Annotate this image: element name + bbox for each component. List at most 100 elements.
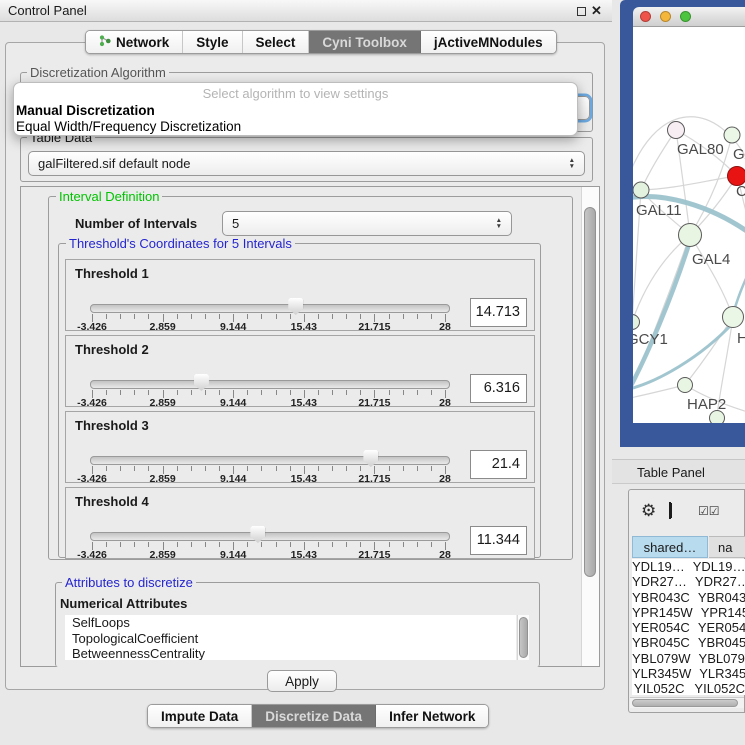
tick-label: 21.715: [349, 473, 399, 485]
cell-name: YPR145W: [693, 605, 745, 620]
tick-mark: [417, 542, 418, 547]
slider-track[interactable]: [90, 456, 450, 465]
tick-label: -3.426: [67, 549, 117, 561]
table-hscrollbar-thumb[interactable]: [632, 699, 738, 707]
slider-track[interactable]: [90, 304, 450, 313]
threshold-value-field[interactable]: 14.713: [470, 298, 527, 327]
table-row[interactable]: YPR145WYPR145W: [632, 605, 745, 620]
tick-mark: [346, 466, 347, 471]
bottom-tab-discretize-data[interactable]: Discretize Data: [252, 705, 376, 727]
tick-label: 2.859: [138, 549, 188, 561]
threshold-label: Threshold 3: [75, 418, 149, 433]
bottom-tab-impute-data[interactable]: Impute Data: [148, 705, 252, 727]
attribute-list-item[interactable]: BetweennessCentrality: [65, 646, 516, 660]
settings-scrollbar-thumb[interactable]: [584, 207, 596, 577]
network-node-h[interactable]: [723, 307, 744, 328]
tick-mark: [431, 314, 432, 319]
tab-style[interactable]: Style: [183, 31, 242, 53]
apply-button[interactable]: Apply: [267, 670, 337, 692]
column-header-shared-name[interactable]: shared…: [632, 536, 708, 558]
table-row[interactable]: YBL079WYBL079W: [632, 651, 745, 666]
cell-shared-name: YIL052C: [632, 681, 686, 695]
network-node-gal4[interactable]: [679, 224, 702, 247]
attribute-list-item[interactable]: SelfLoops: [65, 615, 516, 631]
attributes-scrollbar-thumb[interactable]: [519, 617, 528, 658]
cell-shared-name: YDL19…: [632, 559, 685, 574]
tick-mark: [403, 314, 404, 319]
threshold-value-field[interactable]: 6.316: [470, 374, 527, 403]
attributes-list[interactable]: SelfLoopsTopologicalCoefficientBetweenne…: [65, 615, 516, 660]
network-edge: [690, 235, 733, 317]
network-node-label: H: [737, 330, 745, 347]
slider-track[interactable]: [90, 532, 450, 541]
tab-network[interactable]: Network: [86, 31, 183, 53]
tick-label: 15.43: [279, 549, 329, 561]
network-canvas[interactable]: GAL80GACGAL11GAL4GCY1HHAP2: [633, 27, 745, 423]
bottom-tab-label: Discretize Data: [265, 709, 362, 724]
tick-label: 2.859: [138, 473, 188, 485]
network-node-label: GCY1: [633, 331, 668, 348]
table-data-select[interactable]: galFiltered.sif default node ▲▼: [28, 151, 585, 176]
tick-mark: [120, 314, 121, 319]
gear-icon[interactable]: ⚙: [641, 501, 656, 521]
top-tab-bar: NetworkStyleSelect Cyni Toolbox jActiveMNo…: [85, 30, 557, 54]
algorithm-dropdown: Select algorithm to view settings Manual…: [13, 82, 578, 136]
tick-mark: [431, 466, 432, 471]
tick-label: 9.144: [208, 397, 258, 409]
tick-mark: [346, 542, 347, 547]
network-node-label: C: [736, 183, 745, 200]
threshold-value-field[interactable]: 11.344: [470, 526, 527, 555]
tick-mark: [106, 466, 107, 471]
tick-mark: [120, 466, 121, 471]
tick-label: 9.144: [208, 321, 258, 333]
float-icon[interactable]: [577, 7, 586, 16]
tab-cyni-toolbox[interactable]: Cyni Toolbox: [309, 31, 421, 53]
threshold-value-field[interactable]: 21.4: [470, 450, 527, 479]
table-row[interactable]: YER054CYER054C: [632, 620, 745, 635]
close-traffic-light-icon[interactable]: [640, 11, 651, 22]
threshold-label: Threshold 4: [75, 494, 149, 509]
tab-jactivemnodules[interactable]: jActiveMNodules: [421, 31, 556, 53]
table-row[interactable]: YLR345WYLR345W: [632, 666, 745, 681]
dropdown-item[interactable]: Manual Discretization: [14, 103, 577, 119]
cell-shared-name: YBL079W: [632, 651, 691, 666]
slider-track[interactable]: [90, 380, 450, 389]
thresholds-group: Threshold 1-3.4262.8599.14415.4321.71528…: [58, 243, 541, 558]
dropdown-item[interactable]: Equal Width/Frequency Discretization: [14, 119, 577, 135]
spinner-arrows-icon[interactable]: ▲▼: [569, 158, 575, 169]
cell-name: YIL052C: [686, 681, 745, 695]
column-header-name[interactable]: na: [709, 536, 745, 558]
bottom-tab-infer-network[interactable]: Infer Network: [376, 705, 488, 727]
tick-mark: [106, 542, 107, 547]
tick-mark: [318, 466, 319, 471]
tab-select[interactable]: Select: [243, 31, 310, 53]
network-node-gal11[interactable]: [633, 182, 649, 198]
network-node-ga[interactable]: [724, 127, 740, 143]
minimize-traffic-light-icon[interactable]: [660, 11, 671, 22]
tick-mark: [177, 466, 178, 471]
network-node-gcy1[interactable]: [633, 315, 640, 330]
spinner-arrows-icon[interactable]: ▲▼: [496, 218, 502, 229]
thresholds-group-label: Threshold's Coordinates for 5 Intervals: [66, 236, 295, 251]
network-node-hap2[interactable]: [678, 378, 693, 393]
network-node-label: HAP2: [687, 396, 726, 413]
table-row[interactable]: YBR045CYBR045C: [632, 635, 745, 650]
tick-mark: [389, 390, 390, 395]
table-row[interactable]: YBR043CYBR043C: [632, 590, 745, 605]
threshold-row: Threshold 1-3.4262.8599.14415.4321.71528…: [65, 259, 535, 331]
zoom-traffic-light-icon[interactable]: [680, 11, 691, 22]
tick-mark: [205, 542, 206, 547]
network-node-gal80[interactable]: [668, 122, 685, 139]
select-columns-checkboxes-icon[interactable]: ☑☑: [698, 504, 720, 518]
table-row[interactable]: YDR27…YDR27…: [632, 574, 745, 589]
dropdown-placeholder: Select algorithm to view settings: [14, 86, 577, 103]
bottom-tab-label: Impute Data: [161, 709, 238, 724]
num-intervals-spinner[interactable]: 5 ▲▼: [222, 211, 512, 236]
tab-label: Cyni Toolbox: [322, 35, 407, 50]
table-row[interactable]: YIL052CYIL052C: [632, 681, 745, 695]
column-browse-icon[interactable]: [669, 502, 671, 519]
close-icon[interactable]: ✕: [591, 3, 602, 19]
attribute-list-item[interactable]: TopologicalCoefficient: [65, 631, 516, 647]
table-row[interactable]: YDL19…YDL19…: [632, 559, 745, 574]
tick-mark: [276, 314, 277, 319]
